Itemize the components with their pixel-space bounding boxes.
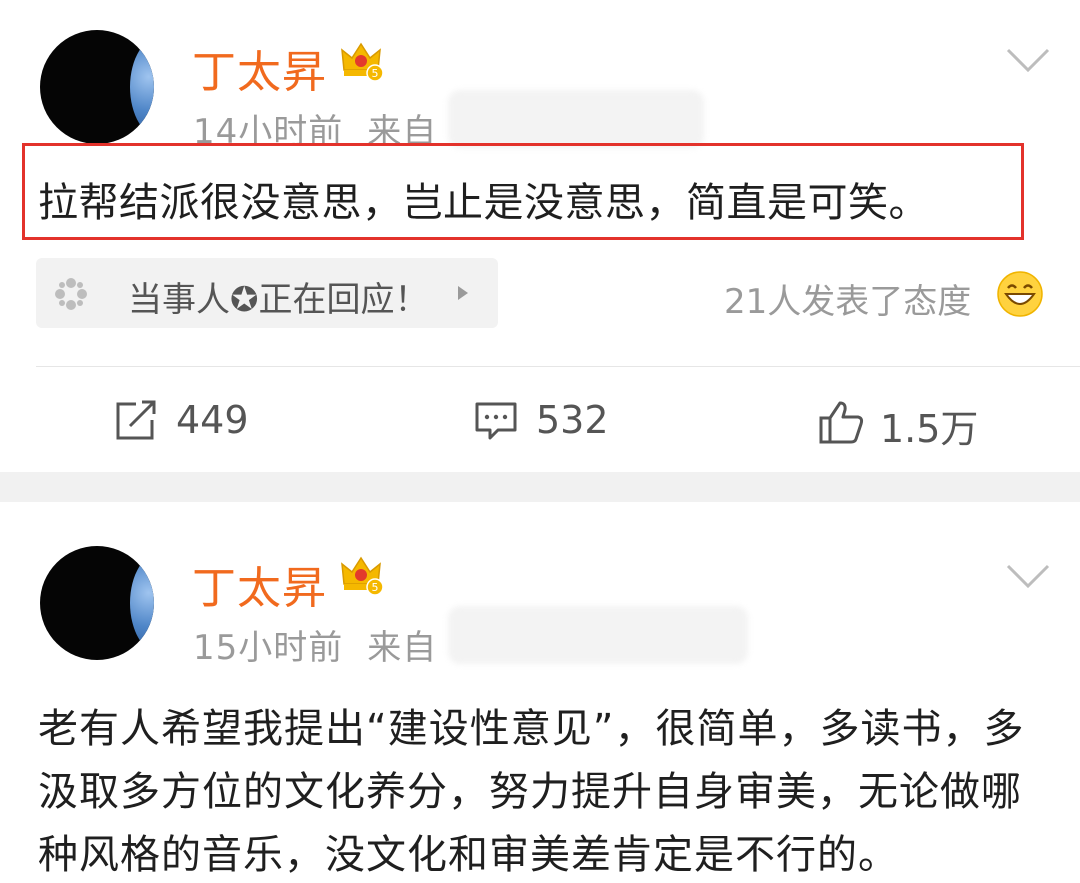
avatar-globe (130, 36, 154, 138)
like-count: 1.5万 (880, 407, 979, 451)
divider (36, 366, 1080, 367)
repost-icon (116, 400, 156, 440)
repost-count: 449 (176, 398, 249, 442)
topic-tag[interactable]: 当事人✪正在回应！ (36, 258, 498, 328)
avatar-globe (130, 552, 154, 654)
feed-post-1: 丁太昇 5 14小时前 来自 拉帮结派很没意思，岂止是没意思，简直是可笑。 当事人… (0, 0, 1080, 472)
author-name[interactable]: 丁太昇 (192, 552, 327, 616)
post-text: 老有人希望我提出“建设性意见”，很简单，多读书，多汲取多方位的文化养分，努力提升… (38, 706, 1025, 878)
redacted-source (448, 606, 748, 664)
redacted-source (448, 90, 704, 148)
source-label: 来自 (367, 628, 438, 668)
post-text: 拉帮结派很没意思，岂止是没意思，简直是可笑。 (38, 180, 929, 226)
crown-badge-icon: 5 (341, 42, 384, 82)
sparkle-icon (55, 278, 87, 310)
avatar[interactable] (40, 546, 154, 660)
svg-text:5: 5 (372, 67, 379, 80)
feed-post-2: 丁太昇 5 15小时前 来自 老有人希望我提出“建设性意见”，很简单，多读书，多汲… (0, 502, 1080, 883)
comment-icon (475, 402, 517, 440)
svg-text:5: 5 (372, 581, 379, 594)
avatar[interactable] (40, 30, 154, 144)
crown-badge-icon: 5 (341, 556, 384, 596)
post-time-value: 15小时前 (193, 628, 344, 668)
comment-count: 532 (536, 398, 609, 442)
play-arrow-icon (458, 286, 468, 300)
grin-emoji-icon[interactable] (996, 270, 1044, 318)
chevron-down-icon[interactable] (1006, 564, 1050, 588)
post-time: 15小时前 来自 (193, 620, 437, 669)
reaction-count[interactable]: 21人发表了态度 (724, 274, 971, 323)
author-name[interactable]: 丁太昇 (192, 36, 327, 100)
chevron-down-icon[interactable] (1006, 48, 1050, 72)
feed-separator (0, 472, 1080, 502)
topic-tag-label: 当事人✪正在回应！ (128, 280, 429, 320)
thumbs-up-icon (819, 401, 864, 444)
